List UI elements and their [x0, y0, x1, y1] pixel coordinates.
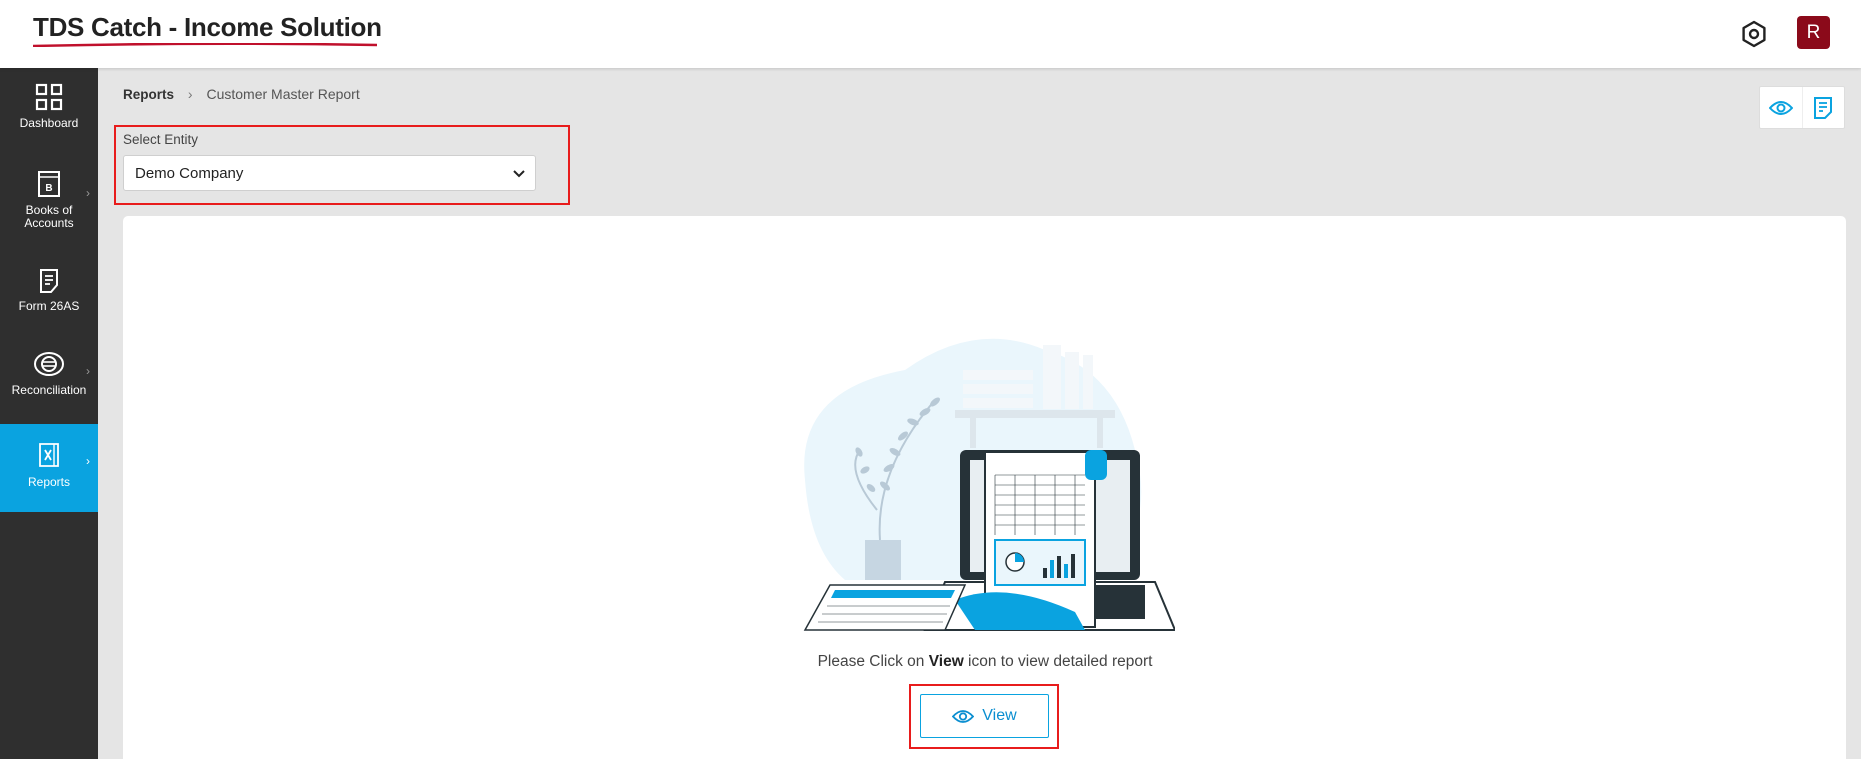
sidebar-item-form-26as[interactable]: Form 26AS	[0, 268, 98, 338]
view-hint-text: Please Click on View icon to view detail…	[600, 653, 1370, 671]
excel-report-icon	[39, 443, 59, 467]
sidebar-item-label: Reports	[27, 475, 71, 489]
grid-icon	[35, 83, 63, 111]
chevron-right-icon: ›	[86, 364, 90, 378]
svg-text:B: B	[45, 183, 52, 194]
reconcile-icon	[34, 352, 64, 376]
chevron-right-icon: ›	[86, 186, 90, 200]
sidebar-item-reports[interactable]: Reports ›	[0, 424, 98, 512]
entity-select[interactable]: Demo Company	[123, 155, 536, 191]
hint-suffix: icon to view detailed report	[963, 653, 1153, 670]
sidebar-item-label: Reconciliation	[11, 383, 87, 397]
entity-selected-value: Demo Company	[135, 165, 244, 182]
user-avatar[interactable]: R	[1797, 16, 1830, 49]
app-header: TDS Catch - Income Solution R	[0, 0, 1861, 68]
view-toolbar-button[interactable]	[1760, 87, 1802, 128]
form-document-icon	[40, 269, 58, 293]
sidebar-item-label: Form 26AS	[18, 299, 80, 313]
hint-prefix: Please Click on	[817, 653, 929, 670]
chevron-right-icon: ›	[187, 86, 193, 102]
brand-underline	[33, 43, 377, 47]
report-toolbar	[1759, 86, 1845, 129]
hint-bold: View	[928, 653, 964, 670]
eye-icon	[952, 709, 975, 723]
entity-label: Select Entity	[123, 132, 199, 147]
breadcrumb: Reports › Customer Master Report	[123, 86, 360, 102]
sidebar-item-books-of-accounts[interactable]: B Books of Accounts ›	[0, 170, 98, 250]
report-document-icon	[1814, 96, 1833, 119]
chevron-right-icon: ›	[86, 454, 90, 468]
view-button-label: View	[982, 707, 1017, 724]
sidebar-item-reconciliation[interactable]: Reconciliation ›	[0, 350, 98, 420]
sidebar-item-dashboard[interactable]: Dashboard	[0, 83, 98, 153]
breadcrumb-current: Customer Master Report	[206, 86, 360, 102]
report-illustration	[803, 338, 1175, 631]
breadcrumb-reports-link[interactable]: Reports	[123, 87, 174, 102]
chevron-down-icon	[513, 170, 525, 178]
app-title: TDS Catch - Income Solution	[33, 12, 382, 42]
eye-icon	[1768, 100, 1793, 115]
sidebar-item-label: Dashboard	[19, 116, 79, 130]
settings-icon[interactable]	[1738, 18, 1770, 50]
view-button[interactable]: View	[920, 694, 1049, 738]
sidebar-item-label: Books of Accounts	[24, 203, 74, 230]
sidebar: Dashboard B Books of Accounts › Form 26A…	[0, 68, 98, 759]
report-toolbar-button[interactable]	[1801, 87, 1844, 128]
ledger-book-icon: B	[38, 171, 60, 197]
